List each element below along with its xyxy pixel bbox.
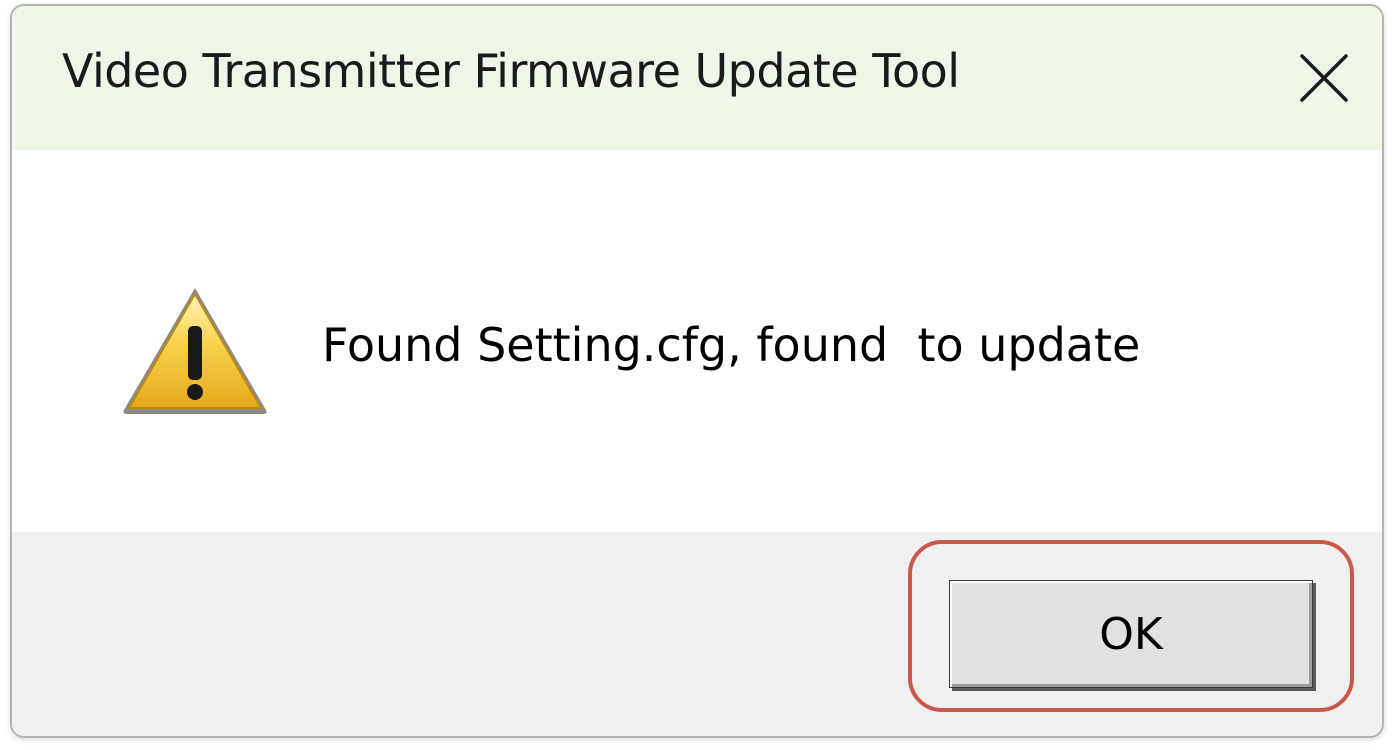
dialog-content: Found Setting.cfg, found to update	[12, 150, 1382, 532]
close-icon	[1300, 54, 1348, 102]
dialog-footer: OK	[12, 532, 1382, 736]
dialog-titlebar: Video Transmitter Firmware Update Tool	[12, 6, 1382, 150]
close-button[interactable]	[1274, 28, 1374, 128]
dialog-title: Video Transmitter Firmware Update Tool	[62, 44, 960, 98]
ok-button[interactable]: OK	[949, 580, 1313, 688]
message-dialog: Video Transmitter Firmware Update Tool F…	[10, 4, 1384, 738]
dialog-message: Found Setting.cfg, found to update	[322, 318, 1141, 372]
warning-icon	[123, 288, 267, 414]
